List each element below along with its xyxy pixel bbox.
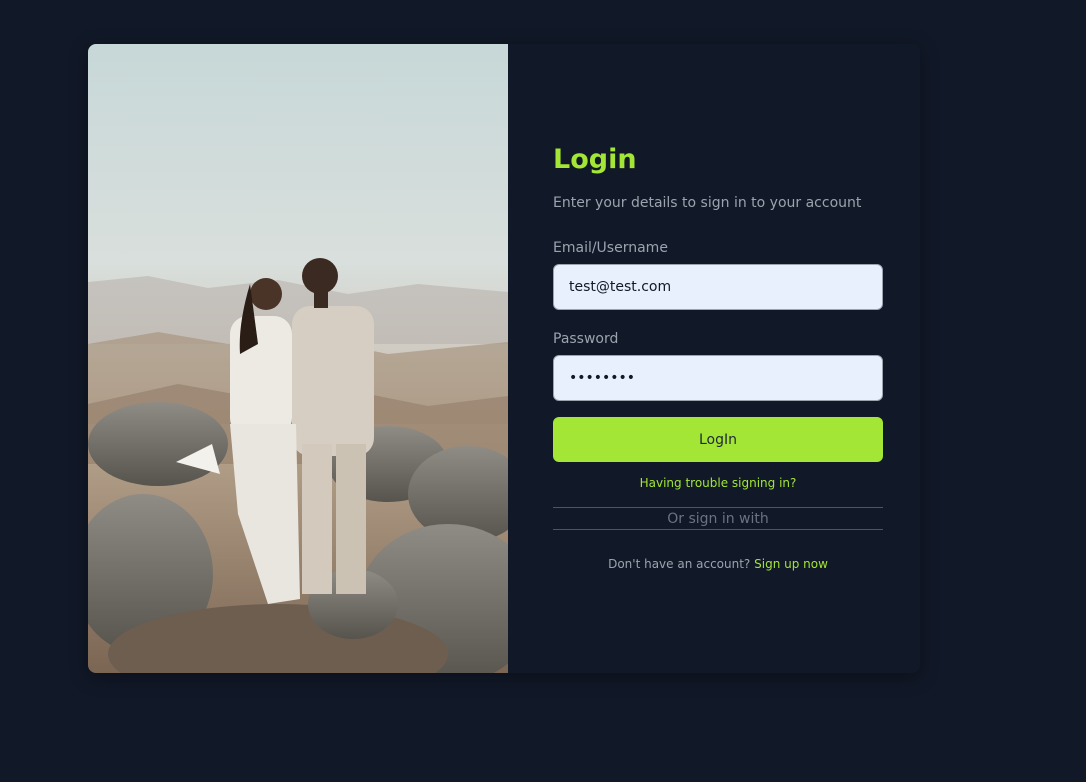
- password-field[interactable]: [553, 355, 883, 401]
- login-form: Login Enter your details to sign in to y…: [553, 144, 883, 572]
- signup-row: Don't have an account? Sign up now: [553, 556, 883, 572]
- page-subtitle: Enter your details to sign in to your ac…: [553, 195, 862, 211]
- or-sign-in-text: Or sign in with: [667, 511, 769, 527]
- password-label: Password: [553, 331, 619, 347]
- or-sign-in-divider: Or sign in with: [553, 507, 883, 530]
- sign-up-link[interactable]: Sign up now: [754, 557, 828, 571]
- couple-photo: [88, 44, 508, 673]
- email-field[interactable]: [553, 264, 883, 310]
- no-account-prompt: Don't have an account?: [608, 557, 751, 571]
- page-title: Login: [553, 144, 637, 175]
- login-card: Login Enter your details to sign in to y…: [88, 44, 920, 673]
- login-button[interactable]: LogIn: [553, 417, 883, 462]
- email-label: Email/Username: [553, 240, 668, 256]
- trouble-signing-in-link[interactable]: Having trouble signing in?: [553, 475, 883, 491]
